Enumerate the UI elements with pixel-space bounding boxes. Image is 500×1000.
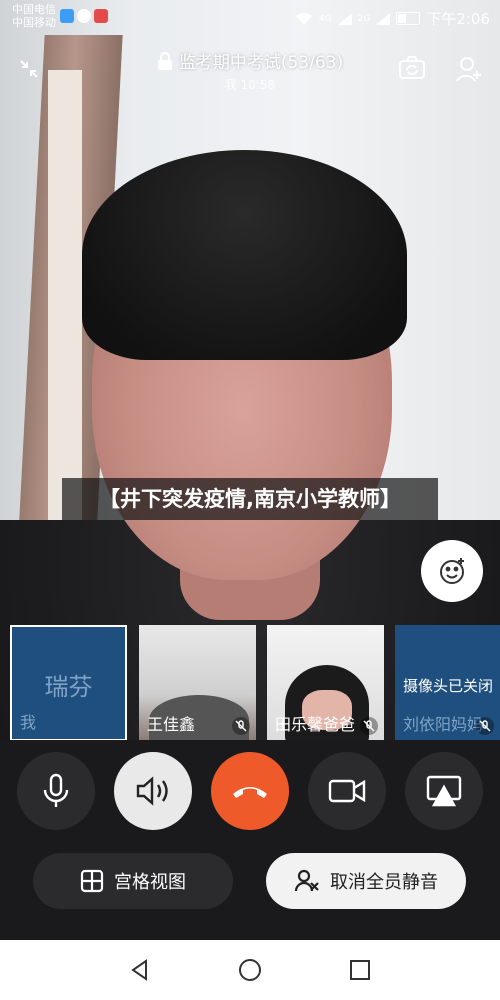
signal-icon [376, 12, 391, 25]
emoji-reaction-button[interactable] [421, 540, 483, 602]
call-title: 监考期中考试(53/63) [178, 53, 344, 73]
grid-view-label: 宫格视图 [114, 872, 186, 893]
video-camera-icon [328, 779, 366, 803]
participant-name: 刘依阳妈妈 [403, 715, 484, 734]
group-unmute-icon [294, 869, 319, 892]
wifi-icon [295, 12, 312, 25]
switch-camera-icon[interactable] [398, 56, 426, 84]
signal-icon [337, 12, 352, 25]
smiley-icon [440, 558, 464, 584]
participant-tile[interactable]: 摄像头已关闭 刘依阳妈妈 [395, 625, 500, 741]
video-call-screen: 中国电信 中国移动 4G 2G 下午2:06 监考期中考试(53/63) 我 1… [0, 0, 500, 1000]
grid-icon [80, 869, 104, 893]
notification-icons [60, 9, 108, 23]
app-notification-icon [60, 9, 74, 23]
participant-name: 王佳鑫 [147, 715, 196, 734]
call-title-row: 监考期中考试(53/63) [157, 48, 343, 73]
hang-up-button[interactable] [211, 752, 289, 830]
participant-tile[interactable]: 王佳鑫 [139, 625, 256, 741]
participant-name: 我 [20, 713, 37, 732]
back-icon[interactable] [128, 958, 152, 982]
speaker-icon [136, 776, 168, 806]
participant-tile[interactable]: 田乐馨爸爸 [267, 625, 384, 741]
carrier-labels: 中国电信 中国移动 [12, 3, 56, 29]
news-caption: 【井下突发疫情,南京小学教师】 [62, 478, 438, 520]
battery-icon [396, 12, 421, 25]
person-hair [82, 150, 407, 360]
grid-view-button[interactable]: 宫格视图 [33, 853, 233, 909]
camera-off-status: 摄像头已关闭 [403, 677, 494, 695]
clock: 下午2:06 [426, 10, 490, 28]
system-navigation-bar [0, 940, 500, 1000]
participant-name: 田乐馨爸爸 [275, 715, 356, 734]
carrier-1: 中国电信 [12, 3, 56, 16]
status-indicators: 4G 2G 下午2:06 [295, 8, 490, 29]
cancel-mute-all-label: 取消全员静音 [330, 872, 438, 893]
microphone-button[interactable] [17, 752, 95, 830]
avatar-text: 瑞芬 [44, 673, 93, 701]
mic-muted-icon [476, 717, 494, 735]
mic-muted-icon [360, 717, 378, 735]
screen-share-button[interactable] [405, 752, 483, 830]
signal-1-label: 4G [318, 13, 332, 24]
carrier-2: 中国移动 [12, 16, 56, 29]
participant-strip: 瑞芬 我 王佳鑫 田乐馨爸爸 摄像头已关闭 刘依阳妈妈 [10, 625, 500, 741]
status-bar: 中国电信 中国移动 4G 2G 下午2:06 [0, 0, 500, 34]
camera-button[interactable] [308, 752, 386, 830]
mic-muted-icon [232, 717, 250, 735]
microphone-icon [43, 773, 69, 807]
cancel-mute-all-button[interactable]: 取消全员静音 [266, 853, 466, 909]
add-member-icon[interactable] [455, 56, 483, 86]
screen-cast-icon [426, 775, 462, 807]
recents-icon[interactable] [348, 958, 372, 982]
app-notification-icon [94, 9, 108, 23]
hang-up-icon [233, 787, 267, 798]
signal-2-label: 2G [357, 13, 371, 24]
call-controls: 宫格视图 取消全员静音 [0, 740, 500, 940]
participant-tile-self[interactable]: 瑞芬 我 [10, 625, 127, 741]
speaker-button[interactable] [114, 752, 192, 830]
app-notification-icon [77, 9, 91, 23]
lock-icon [157, 51, 172, 70]
home-icon[interactable] [238, 958, 262, 982]
